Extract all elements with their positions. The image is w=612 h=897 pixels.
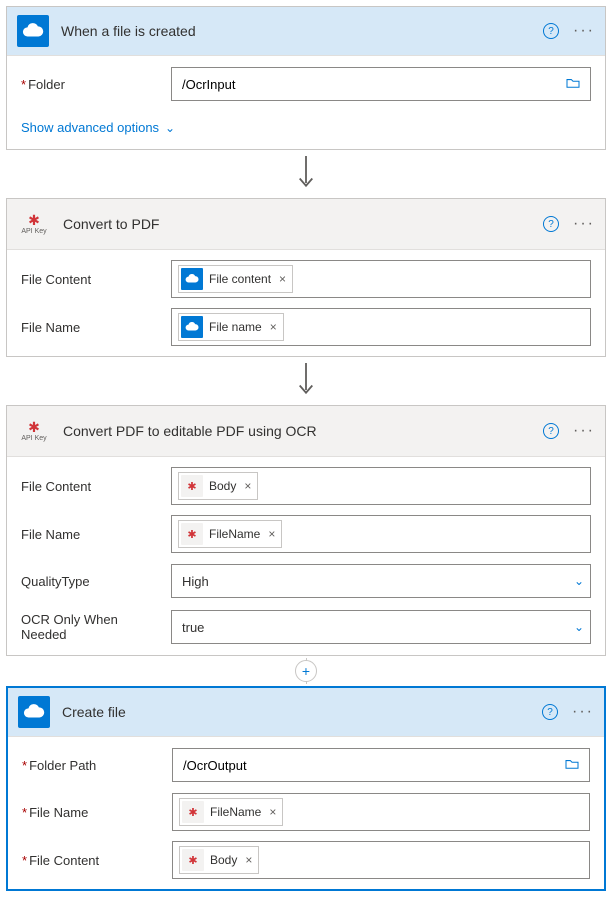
help-icon[interactable]: ? — [542, 704, 558, 720]
step-convert-pdf-ocr: ✱ API Key Convert PDF to editable PDF us… — [6, 405, 606, 656]
card-header[interactable]: Create file ? ··· — [8, 688, 604, 737]
file-content-label: File Content — [21, 479, 171, 494]
token-file-name[interactable]: File name × — [178, 313, 284, 341]
token-body[interactable]: ✱ Body × — [178, 472, 258, 500]
show-advanced-label: Show advanced options — [21, 120, 159, 135]
token-filename[interactable]: ✱ FileName × — [178, 520, 282, 548]
file-content-input[interactable]: File content × — [171, 260, 591, 298]
chevron-down-icon: ⌄ — [165, 121, 175, 135]
card-title: Convert PDF to editable PDF using OCR — [63, 423, 543, 439]
onedrive-icon — [181, 268, 203, 290]
add-step-button[interactable]: + — [295, 660, 317, 682]
quality-select[interactable]: High ⌄ — [171, 564, 591, 598]
card-title: When a file is created — [61, 23, 543, 39]
more-icon[interactable]: ··· — [573, 215, 595, 233]
help-icon[interactable]: ? — [543, 23, 559, 39]
card-header[interactable]: ✱ API Key Convert to PDF ? ··· — [7, 199, 605, 250]
token-label: File name — [209, 320, 262, 334]
file-name-label: File Name — [21, 320, 171, 335]
apikey-icon: ✱ API Key — [17, 207, 51, 241]
apikey-icon: ✱ — [182, 849, 204, 871]
help-icon[interactable]: ? — [543, 216, 559, 232]
file-name-label: *File Name — [22, 805, 172, 820]
folder-input-text[interactable] — [182, 77, 562, 92]
token-file-content[interactable]: File content × — [178, 265, 293, 293]
quality-value: High — [182, 574, 574, 589]
token-remove-icon[interactable]: × — [268, 320, 277, 334]
card-title: Create file — [62, 704, 542, 720]
token-remove-icon[interactable]: × — [267, 805, 276, 819]
file-name-input[interactable]: ✱ FileName × — [172, 793, 590, 831]
folder-input[interactable] — [171, 67, 591, 101]
folder-label: *Folder — [21, 77, 171, 92]
onedrive-icon — [181, 316, 203, 338]
folder-path-text[interactable] — [183, 758, 561, 773]
apikey-icon: ✱ API Key — [17, 414, 51, 448]
token-remove-icon[interactable]: × — [243, 853, 252, 867]
chevron-down-icon: ⌄ — [574, 574, 584, 588]
more-icon[interactable]: ··· — [573, 22, 595, 40]
file-name-label: File Name — [21, 527, 171, 542]
token-label: Body — [209, 479, 236, 493]
card-title: Convert to PDF — [63, 216, 543, 232]
file-content-input[interactable]: ✱ Body × — [172, 841, 590, 879]
folder-picker-icon[interactable] — [561, 757, 583, 773]
token-filename[interactable]: ✱ FileName × — [179, 798, 283, 826]
apikey-icon: ✱ — [182, 801, 204, 823]
file-content-input[interactable]: ✱ Body × — [171, 467, 591, 505]
more-icon[interactable]: ··· — [572, 703, 594, 721]
file-content-label: *File Content — [22, 853, 172, 868]
card-header[interactable]: When a file is created ? ··· — [7, 7, 605, 56]
help-icon[interactable]: ? — [543, 423, 559, 439]
token-remove-icon[interactable]: × — [277, 272, 286, 286]
file-name-input[interactable]: ✱ FileName × — [171, 515, 591, 553]
flow-arrow-icon — [0, 156, 612, 192]
folder-path-input[interactable] — [172, 748, 590, 782]
file-content-label: File Content — [21, 272, 171, 287]
flow-arrow-icon — [0, 363, 612, 399]
step-when-file-created: When a file is created ? ··· *Folder Sho… — [6, 6, 606, 150]
quality-label: QualityType — [21, 574, 171, 589]
folder-path-label: *Folder Path — [22, 758, 172, 773]
file-name-input[interactable]: File name × — [171, 308, 591, 346]
step-convert-to-pdf: ✱ API Key Convert to PDF ? ··· File Cont… — [6, 198, 606, 357]
token-label: FileName — [209, 527, 260, 541]
token-label: FileName — [210, 805, 261, 819]
folder-picker-icon[interactable] — [562, 76, 584, 92]
more-icon[interactable]: ··· — [573, 422, 595, 440]
token-body[interactable]: ✱ Body × — [179, 846, 259, 874]
token-remove-icon[interactable]: × — [266, 527, 275, 541]
apikey-icon: ✱ — [181, 523, 203, 545]
ocr-only-value: true — [182, 620, 574, 635]
add-step-connector: + — [0, 658, 612, 684]
chevron-down-icon: ⌄ — [574, 620, 584, 634]
ocr-only-select[interactable]: true ⌄ — [171, 610, 591, 644]
token-remove-icon[interactable]: × — [242, 479, 251, 493]
ocr-only-label: OCR Only When Needed — [21, 612, 171, 642]
card-header[interactable]: ✱ API Key Convert PDF to editable PDF us… — [7, 406, 605, 457]
token-label: Body — [210, 853, 237, 867]
onedrive-icon — [18, 696, 50, 728]
token-label: File content — [209, 272, 271, 286]
onedrive-icon — [17, 15, 49, 47]
show-advanced-toggle[interactable]: Show advanced options ⌄ — [21, 120, 175, 135]
apikey-icon: ✱ — [181, 475, 203, 497]
step-create-file: Create file ? ··· *Folder Path *File Nam… — [6, 686, 606, 891]
